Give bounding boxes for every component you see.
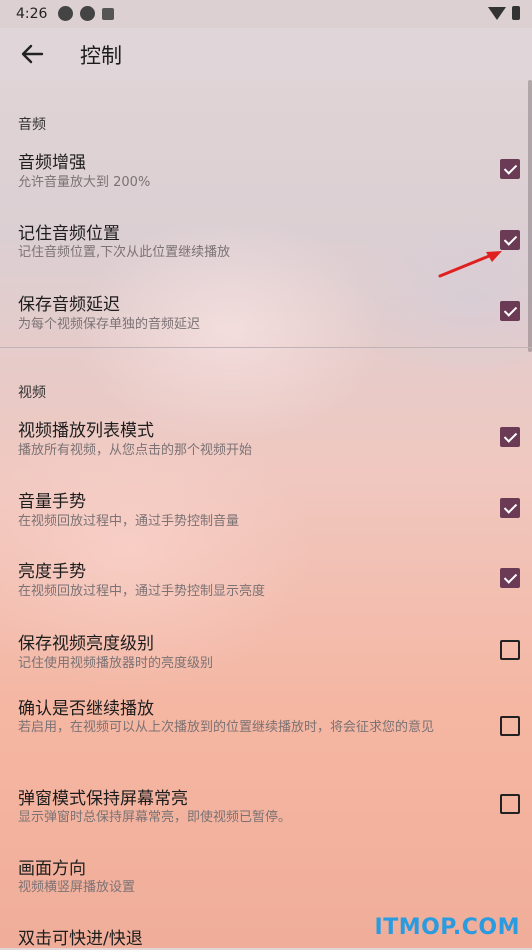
a-badge-icon	[102, 8, 114, 20]
back-arrow-icon[interactable]	[18, 40, 46, 68]
setting-title: 音频增强	[18, 153, 86, 173]
notification-icons	[58, 6, 114, 21]
checkbox-video-playlist-mode[interactable]	[500, 427, 520, 447]
setting-subtitle: 记住音频位置,下次从此位置继续播放	[18, 245, 231, 260]
watermark: ITMOP.COM	[374, 915, 520, 940]
setting-popup-keep-screen-on[interactable]: 弹窗模式保持屏幕常亮 显示弹窗时总保持屏幕常亮，即使视频已暂停。	[0, 778, 532, 848]
setting-title: 保存音频延迟	[18, 295, 120, 315]
checkbox-popup-keep-screen-on[interactable]	[500, 794, 520, 814]
setting-subtitle: 在视频回放过程中，通过手势控制显示亮度	[18, 584, 266, 599]
setting-subtitle: 为每个视频保存单独的音频延迟	[18, 317, 201, 332]
setting-save-video-brightness[interactable]: 保存视频亮度级别 记住使用视频播放器时的亮度级别	[0, 614, 532, 686]
setting-title: 视频播放列表模式	[18, 421, 154, 441]
setting-subtitle: 允许音量放大到 200%	[18, 175, 151, 190]
section-header-video: 视频	[0, 348, 532, 401]
setting-video-playlist-mode[interactable]: 视频播放列表模式 播放所有视频，从您点击的那个视频开始	[0, 402, 532, 472]
system-icons	[488, 6, 520, 20]
annotation-arrow-icon	[438, 251, 502, 278]
checkbox-volume-gesture[interactable]	[500, 498, 520, 518]
setting-title: 亮度手势	[18, 562, 86, 582]
setting-title: 画面方向	[18, 859, 86, 879]
app-bar: 控制	[0, 28, 532, 80]
setting-volume-gesture[interactable]: 音量手势 在视频回放过程中，通过手势控制音量	[0, 472, 532, 543]
setting-brightness-gesture[interactable]: 亮度手势 在视频回放过程中，通过手势控制显示亮度	[0, 543, 532, 614]
section-title: 音频	[18, 117, 46, 133]
setting-subtitle: 显示弹窗时总保持屏幕常亮，即使视频已暂停。	[18, 810, 292, 825]
setting-title: 记住音频位置	[18, 224, 120, 244]
app-notification-icon	[58, 6, 73, 21]
status-bar: 4:26	[0, 0, 532, 28]
checkbox-brightness-gesture[interactable]	[500, 568, 520, 588]
setting-title: 弹窗模式保持屏幕常亮	[18, 789, 188, 809]
setting-subtitle: 若启用，在视频可以从上次播放到的位置继续播放时，将会征求您的意见	[18, 720, 435, 735]
setting-subtitle: 播放所有视频，从您点击的那个视频开始	[18, 443, 253, 458]
checkbox-save-audio-delay[interactable]	[500, 301, 520, 321]
app-notification-icon	[80, 6, 95, 21]
section-title: 视频	[18, 385, 46, 401]
checkbox-audio-boost[interactable]	[500, 159, 520, 179]
setting-title: 保存视频亮度级别	[18, 634, 154, 654]
setting-screen-orientation[interactable]: 画面方向 视频横竖屏播放设置	[0, 848, 532, 918]
setting-save-audio-delay[interactable]: 保存音频延迟 为每个视频保存单独的音频延迟	[0, 277, 532, 347]
wifi-icon	[488, 6, 506, 20]
setting-subtitle: 在视频回放过程中，通过手势控制音量	[18, 514, 240, 529]
setting-title: 音量手势	[18, 492, 86, 512]
setting-title: 双击可快进/快退	[18, 929, 143, 948]
section-header-audio: 音频	[0, 80, 532, 133]
setting-confirm-resume[interactable]: 确认是否继续播放 若启用，在视频可以从上次播放到的位置继续播放时，将会征求您的意…	[0, 686, 532, 778]
setting-audio-boost[interactable]: 音频增强 允许音量放大到 200%	[0, 135, 532, 205]
page-title: 控制	[80, 44, 122, 68]
checkbox-confirm-resume[interactable]	[500, 716, 520, 736]
battery-icon	[512, 6, 520, 20]
checkbox-save-video-brightness[interactable]	[500, 640, 520, 660]
setting-subtitle: 记住使用视频播放器时的亮度级别	[18, 656, 214, 671]
status-time: 4:26	[16, 6, 48, 22]
setting-subtitle: 视频横竖屏播放设置	[18, 880, 136, 895]
setting-title: 确认是否继续播放	[18, 699, 154, 719]
